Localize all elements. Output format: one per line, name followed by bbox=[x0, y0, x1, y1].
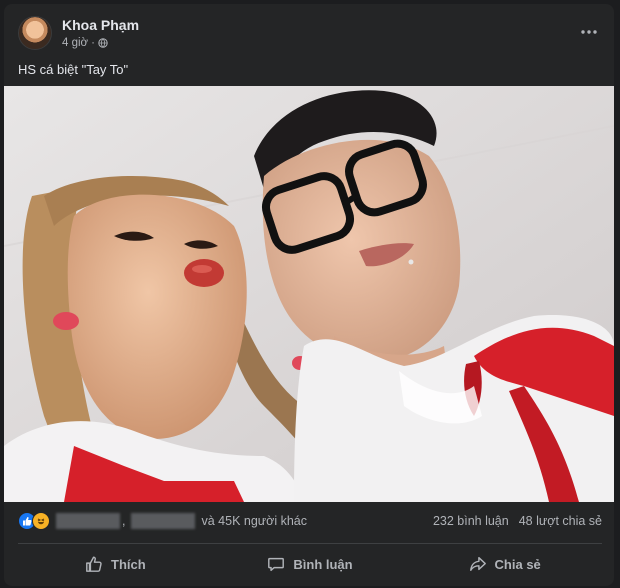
action-bar: Thích Bình luận Chia sẻ bbox=[18, 546, 602, 582]
meta-separator: · bbox=[91, 37, 95, 49]
haha-icon bbox=[32, 512, 50, 530]
post-header: Khoa Phạm 4 giờ · bbox=[18, 16, 603, 56]
post-card: Khoa Phạm 4 giờ · HS cá biệt "Tay To" , … bbox=[4, 4, 614, 586]
post-photo[interactable] bbox=[4, 86, 614, 502]
post-stats: , và 45K người khác 232 bình luận 48 lượ… bbox=[18, 510, 602, 534]
reaction-icons[interactable] bbox=[18, 512, 50, 530]
share-count[interactable]: 48 lượt chia sẻ bbox=[519, 514, 602, 528]
post-caption: HS cá biệt "Tay To" bbox=[18, 62, 129, 77]
engagement-counts: 232 bình luận 48 lượt chia sẻ bbox=[433, 514, 602, 528]
author-name[interactable]: Khoa Phạm bbox=[62, 17, 139, 33]
divider bbox=[18, 543, 602, 544]
post-meta: 4 giờ · bbox=[62, 37, 108, 49]
post-time[interactable]: 4 giờ bbox=[62, 37, 88, 49]
reaction-others: và 45K người khác bbox=[201, 514, 307, 528]
share-icon bbox=[469, 556, 486, 572]
blurred-name bbox=[131, 513, 196, 529]
reaction-summary[interactable]: , và 45K người khác bbox=[56, 513, 307, 529]
comment-button[interactable]: Bình luận bbox=[213, 546, 408, 582]
share-button[interactable]: Chia sẻ bbox=[407, 546, 602, 582]
thumbs-up-icon bbox=[86, 556, 102, 572]
like-label: Thích bbox=[111, 556, 146, 572]
author-avatar[interactable] bbox=[18, 16, 52, 50]
more-options-button[interactable] bbox=[575, 18, 603, 46]
selfie-photo bbox=[4, 86, 614, 502]
share-label: Chia sẻ bbox=[494, 556, 541, 572]
ellipsis-icon bbox=[581, 30, 597, 34]
comment-count[interactable]: 232 bình luận bbox=[433, 514, 509, 528]
reaction-comma: , bbox=[122, 514, 126, 528]
comment-icon bbox=[268, 557, 285, 572]
like-button[interactable]: Thích bbox=[18, 546, 213, 582]
blurred-name bbox=[56, 513, 120, 529]
comment-label: Bình luận bbox=[293, 556, 353, 572]
globe-icon bbox=[98, 38, 108, 48]
